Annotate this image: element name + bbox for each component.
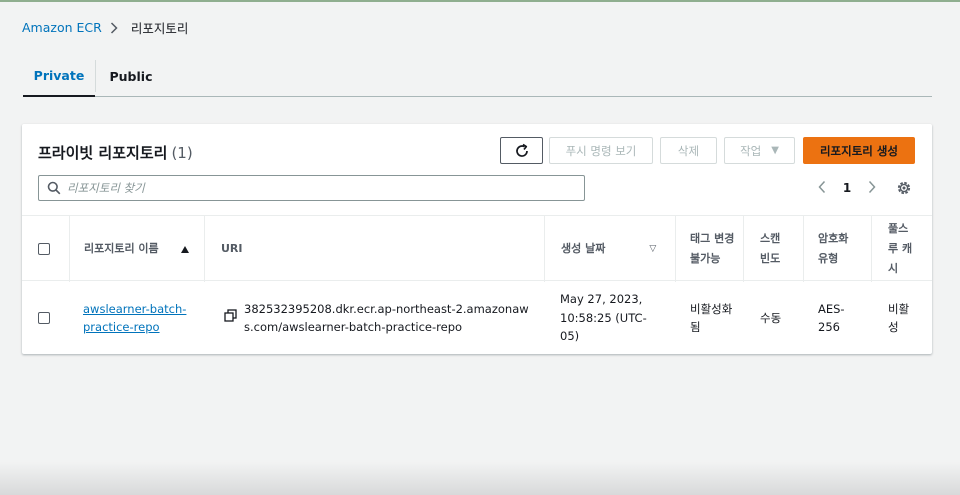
view-push-commands-button[interactable]: 푸시 명령 보기 [549,137,653,164]
row-checkbox[interactable] [38,312,50,324]
header-repository-name[interactable]: 리포지토리 이름 [69,216,204,282]
header-encryption-type: 암호화 유형 [803,216,871,282]
sort-ascending-icon [180,245,189,253]
chevron-right-icon [110,21,122,34]
header-pull-through-cache: 풀스루 캐시 [871,216,932,282]
pull-through-cache-cell: 비활성 [888,301,910,335]
create-repository-button[interactable]: 리포지토리 생성 [803,137,915,164]
uri-cell: 382532395208.dkr.ecr.ap-northeast-2.amaz… [224,282,534,354]
repository-count: (1) [171,144,193,162]
breadcrumb-current: 리포지토리 [130,21,189,36]
repositories-panel: 프라이빗 리포지토리 (1) 푸시 명령 보기 삭제 작업 ▼ 리포지토리 생성 … [22,124,932,354]
row-select-cell [38,282,54,354]
header-created-at-label: 생성 날짜 [561,242,606,255]
gear-icon[interactable] [895,179,913,197]
header-tag-immutability: 태그 변경 불가능 [675,216,743,282]
search-icon [47,181,61,195]
tab-public[interactable]: Public [97,56,165,96]
copy-icon[interactable] [224,309,237,328]
table-row: awslearner-batch-practice-repo 382532395… [22,282,932,354]
select-all-checkbox[interactable] [38,243,50,255]
refresh-button[interactable] [500,137,543,164]
sort-caret-icon: ▽ [649,244,657,254]
tag-immutability-cell: 비활성화됨 [690,301,733,335]
table-header: 리포지토리 이름 URI 생성 날짜 ▽ 태그 변경 불가능 스캔 빈도 암호화… [22,215,932,282]
pagination: 1 [817,178,877,198]
repository-uri: 382532395208.dkr.ecr.ap-northeast-2.amaz… [244,301,529,335]
current-page[interactable]: 1 [843,181,851,195]
refresh-icon [515,143,528,157]
search-input[interactable] [67,181,567,195]
repository-name-cell: awslearner-batch-practice-repo [83,282,201,354]
panel-title-text: 프라이빗 리포지토리 [38,144,168,162]
scan-frequency-cell: 수동 [760,310,782,325]
delete-button[interactable]: 삭제 [660,137,717,164]
header-scan-frequency: 스캔 빈도 [743,216,803,282]
previous-page-icon[interactable] [817,180,827,197]
breadcrumb-amazon-ecr[interactable]: Amazon ECR [22,20,102,35]
bottom-shadow [0,462,960,495]
tab-divider [95,60,96,92]
panel-title: 프라이빗 리포지토리 (1) [38,142,193,163]
next-page-icon[interactable] [867,180,877,197]
actions-dropdown[interactable]: 작업 ▼ [724,137,795,164]
header-created-at[interactable]: 생성 날짜 ▽ [544,216,675,282]
search-box [38,175,585,201]
actions-label: 작업 [740,143,762,158]
header-select-all [38,216,54,282]
created-at-cell: May 27, 2023, 10:58:25 (UTC-05) [560,292,647,344]
top-border [0,0,960,2]
repository-name-link[interactable]: awslearner-batch-practice-repo [83,300,201,337]
tab-private[interactable]: Private [23,56,95,97]
tab-bar: Private Public [23,56,932,97]
caret-down-icon: ▼ [771,145,779,156]
header-repository-name-label: 리포지토리 이름 [84,242,159,255]
encryption-type-cell: AES-256 [818,301,845,335]
breadcrumb: Amazon ECR 리포지토리 [22,18,188,37]
header-uri: URI [204,216,544,282]
